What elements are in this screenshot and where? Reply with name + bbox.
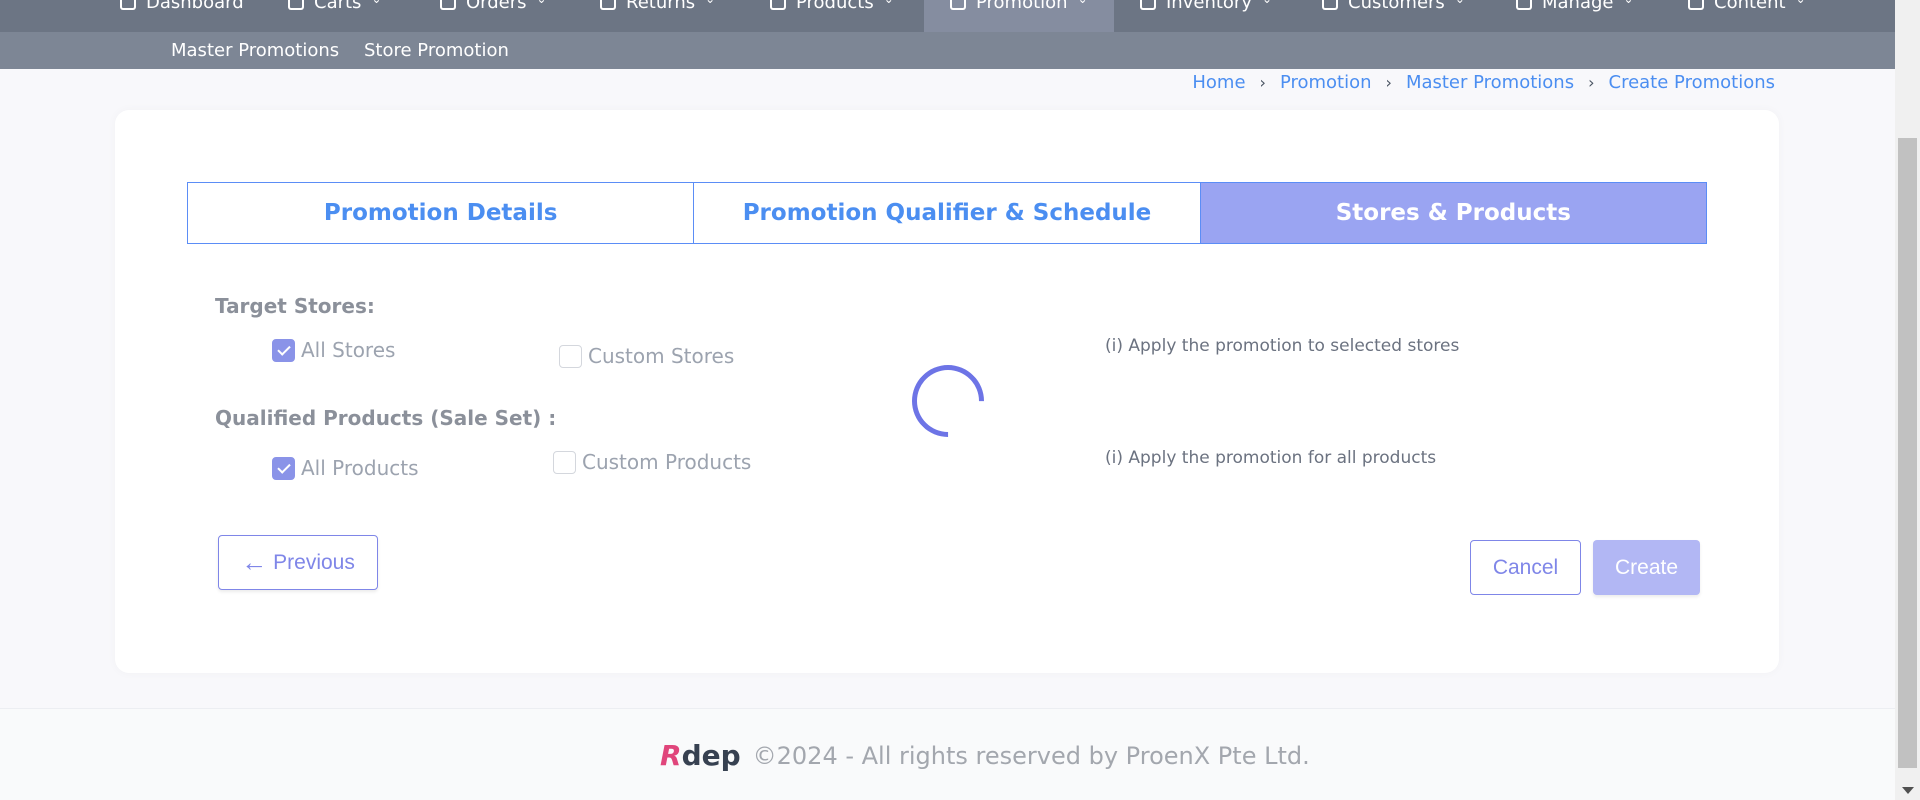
nav-item-promotion[interactable]: Promotion ⌄: [924, 0, 1114, 32]
orders-icon: [440, 0, 456, 10]
customers-icon: [1322, 0, 1338, 10]
subnav-item-store-promotion[interactable]: Store Promotion: [364, 40, 509, 61]
rdep-logo: R dep: [660, 739, 741, 772]
wizard-tabs: Promotion Details Promotion Qualifier & …: [187, 182, 1707, 244]
dashboard-icon: [120, 0, 136, 10]
sub-navigation: Master Promotions Store Promotion: [0, 32, 1895, 69]
nav-item-orders[interactable]: Orders ⌄: [440, 0, 547, 32]
returns-icon: [600, 0, 616, 10]
nav-item-dashboard[interactable]: Dashboard: [120, 0, 244, 32]
chevron-down-icon: ⌄: [884, 0, 894, 6]
all-products-checkbox[interactable]: [272, 456, 295, 480]
target-stores-hint: (i) Apply the promotion to selected stor…: [1105, 336, 1460, 356]
nav-item-inventory[interactable]: Inventory ⌄: [1140, 0, 1272, 32]
cancel-button[interactable]: Cancel: [1470, 540, 1581, 595]
chevron-right-icon: ›: [1588, 73, 1595, 92]
breadcrumb-home[interactable]: Home: [1192, 72, 1245, 93]
promotion-icon: [950, 0, 966, 10]
products-icon: [770, 0, 786, 10]
custom-stores-option[interactable]: Custom Stores: [559, 344, 734, 368]
qualified-products-hint: (i) Apply the promotion for all products: [1105, 448, 1437, 468]
chevron-down-icon: ⌄: [1624, 0, 1634, 6]
cart-icon: [288, 0, 304, 10]
create-button[interactable]: Create: [1593, 540, 1700, 595]
breadcrumb: Home › Promotion › Master Promotions › C…: [1192, 72, 1775, 93]
previous-button[interactable]: ← Previous: [218, 535, 378, 590]
top-navigation: Dashboard Carts ⌄ Orders ⌄ Returns ⌄ Pro…: [0, 0, 1895, 32]
chevron-down-icon: ⌄: [1455, 0, 1465, 6]
chevron-down-icon: ⌄: [705, 0, 715, 6]
nav-item-manage[interactable]: Manage ⌄: [1516, 0, 1634, 32]
nav-item-returns[interactable]: Returns ⌄: [600, 0, 715, 32]
chevron-down-icon: ⌄: [1262, 0, 1272, 6]
promotion-form-card: Promotion Details Promotion Qualifier & …: [115, 110, 1779, 673]
vertical-scrollbar[interactable]: [1895, 0, 1920, 800]
all-stores-label: All Stores: [301, 338, 396, 362]
inventory-icon: [1140, 0, 1156, 10]
chevron-down-icon: ⌄: [371, 0, 381, 6]
chevron-down-icon: ⌄: [537, 0, 547, 6]
all-products-option[interactable]: All Products: [272, 456, 419, 480]
custom-products-checkbox[interactable]: [553, 450, 576, 474]
tab-stores-products[interactable]: Stores & Products: [1200, 182, 1707, 244]
footer: R dep ©2024 - All rights reserved by Pro…: [0, 708, 1895, 800]
tab-promotion-qualifier-schedule[interactable]: Promotion Qualifier & Schedule: [694, 182, 1201, 244]
scroll-down-arrow-icon[interactable]: [1902, 787, 1914, 794]
tab-promotion-details[interactable]: Promotion Details: [187, 182, 695, 244]
custom-products-option[interactable]: Custom Products: [553, 450, 751, 474]
target-stores-label: Target Stores:: [215, 294, 375, 318]
chevron-right-icon: ›: [1259, 73, 1266, 92]
gear-icon: [1516, 0, 1532, 10]
chevron-right-icon: ›: [1385, 73, 1392, 92]
nav-item-customers[interactable]: Customers ⌄: [1322, 0, 1465, 32]
custom-stores-checkbox[interactable]: [559, 344, 582, 368]
all-stores-option[interactable]: All Stores: [272, 338, 395, 362]
copyright-text: ©2024 - All rights reserved by ProenX Pt…: [752, 741, 1310, 770]
custom-products-label: Custom Products: [582, 450, 752, 474]
chevron-down-icon: ⌄: [1078, 0, 1088, 6]
all-products-label: All Products: [301, 456, 419, 480]
custom-stores-label: Custom Stores: [588, 344, 735, 368]
breadcrumb-promotion[interactable]: Promotion: [1280, 72, 1372, 93]
content-icon: [1688, 0, 1704, 10]
qualified-products-label: Qualified Products (Sale Set) :: [215, 406, 557, 430]
nav-item-products[interactable]: Products ⌄: [770, 0, 894, 32]
breadcrumb-master-promotions[interactable]: Master Promotions: [1406, 72, 1574, 93]
all-stores-checkbox[interactable]: [272, 338, 295, 362]
scroll-thumb[interactable]: [1898, 138, 1917, 768]
chevron-down-icon: ⌄: [1796, 0, 1806, 6]
breadcrumb-create-promotions[interactable]: Create Promotions: [1609, 72, 1776, 93]
loading-spinner-icon: [897, 350, 999, 452]
arrow-left-icon: ←: [241, 547, 268, 577]
nav-item-content[interactable]: Content ⌄: [1688, 0, 1806, 32]
subnav-item-master-promotions[interactable]: Master Promotions: [171, 40, 339, 61]
nav-item-carts[interactable]: Carts ⌄: [288, 0, 382, 32]
